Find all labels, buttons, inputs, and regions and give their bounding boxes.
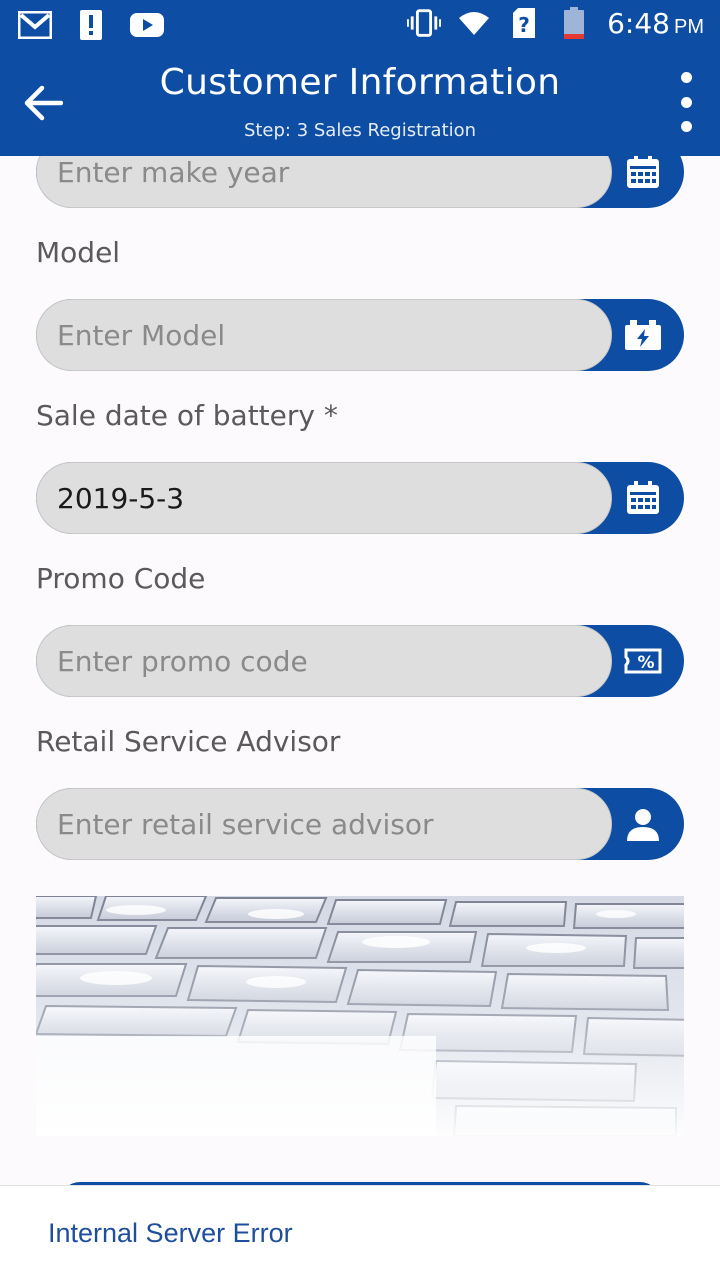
service-advisor-label: Retail Service Advisor <box>36 725 341 758</box>
promo-code-field[interactable]: Enter promo code % <box>36 625 684 697</box>
youtube-icon <box>130 8 164 42</box>
sale-date-field[interactable]: 2019-5-3 <box>36 462 684 534</box>
app-bar: Customer Information Step: 3 Sales Regis… <box>0 50 720 156</box>
captured-photo[interactable] <box>36 896 684 1136</box>
svg-text:%: % <box>637 653 654 673</box>
service-advisor-field[interactable]: Enter retail service advisor <box>36 788 684 860</box>
status-bar: ? 6:48 PM <box>0 0 720 50</box>
battery-charge-icon[interactable] <box>624 317 662 353</box>
promo-code-input[interactable]: Enter promo code <box>36 625 612 697</box>
calendar-icon[interactable] <box>624 156 662 190</box>
gmail-icon <box>18 8 52 42</box>
sale-date-input[interactable]: 2019-5-3 <box>36 462 612 534</box>
sale-date-label: Sale date of battery * <box>36 399 338 432</box>
page-title: Customer Information <box>159 62 561 103</box>
form-scroll-area[interactable]: Enter make year Model Enter Model Sale d… <box>0 156 720 1185</box>
snackbar-message: Internal Server Error <box>48 1218 293 1248</box>
clock-time: 6:48 <box>607 6 670 40</box>
model-input[interactable]: Enter Model <box>36 299 612 371</box>
make-year-input[interactable]: Enter make year <box>36 156 612 208</box>
page-subtitle: Step: 3 Sales Registration <box>243 120 477 141</box>
clock: 6:48 PM <box>607 7 704 40</box>
service-advisor-input[interactable]: Enter retail service advisor <box>36 788 612 860</box>
model-field[interactable]: Enter Model <box>36 299 684 371</box>
alert-icon <box>74 8 108 42</box>
promo-code-label: Promo Code <box>36 562 206 595</box>
discount-ticket-icon[interactable]: % <box>624 643 662 679</box>
make-year-field[interactable]: Enter make year <box>36 156 684 208</box>
model-label: Model <box>36 236 121 269</box>
clock-ampm: PM <box>674 15 704 38</box>
calendar-icon[interactable] <box>624 480 662 516</box>
person-icon[interactable] <box>624 806 662 842</box>
error-snackbar: Internal Server Error <box>0 1185 720 1280</box>
more-vert-icon[interactable] <box>668 72 704 132</box>
vibrate-icon <box>407 6 442 40</box>
no-sim-icon: ? <box>507 6 541 40</box>
battery-low-icon <box>557 6 591 40</box>
svg-text:?: ? <box>518 13 530 37</box>
wifi-icon <box>457 6 491 40</box>
